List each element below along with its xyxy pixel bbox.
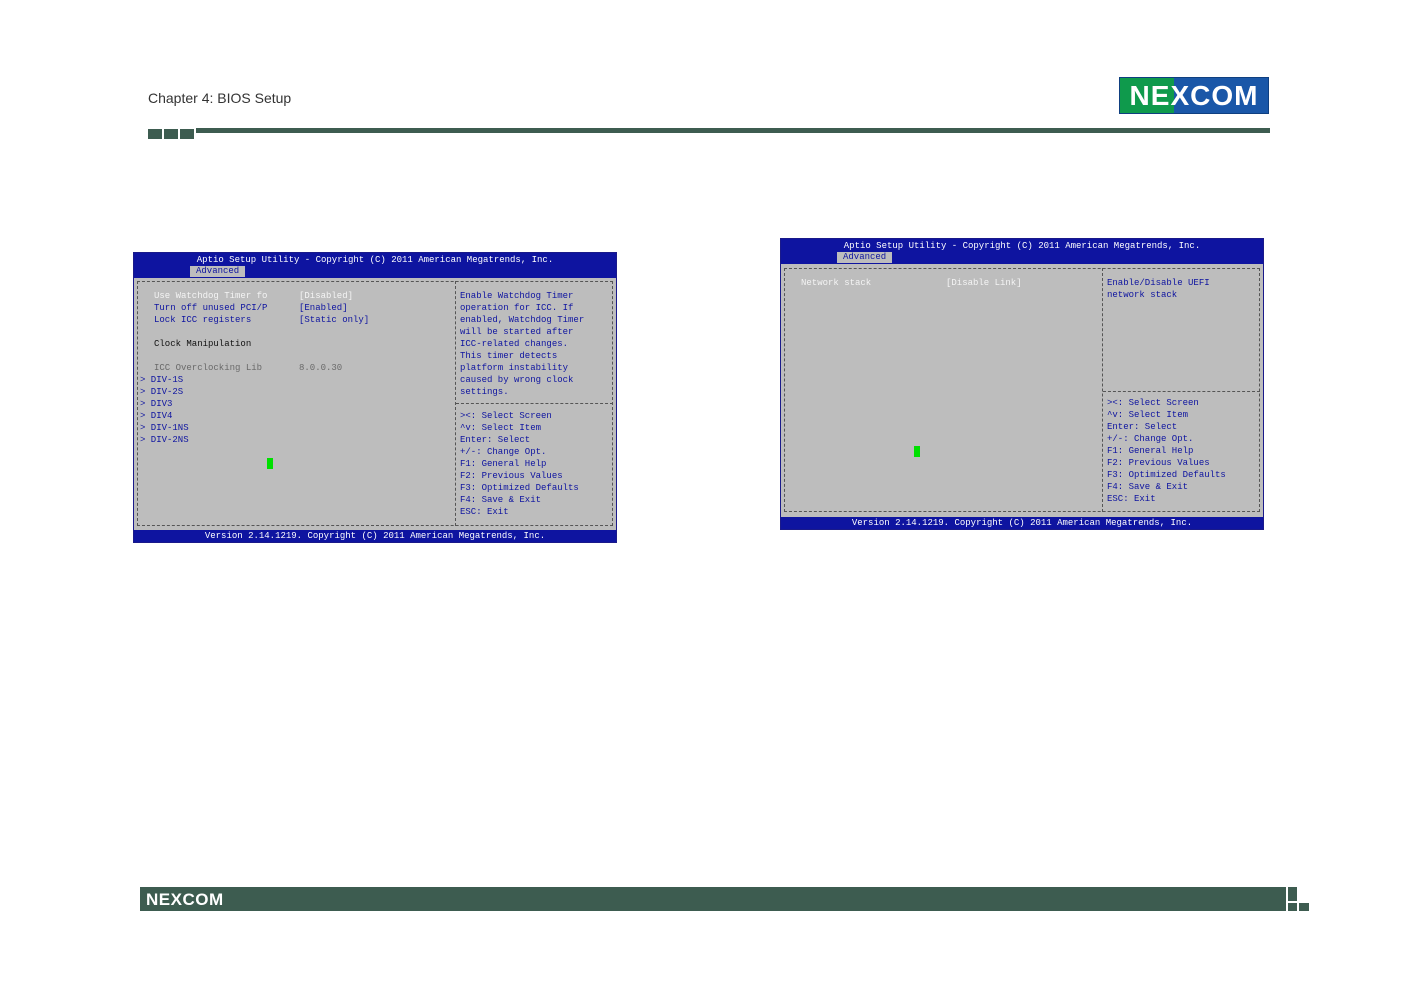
bios-footer: Version 2.14.1219. Copyright (C) 2011 Am…	[781, 517, 1263, 529]
nexcom-logo: NEXCOM	[1119, 77, 1269, 114]
bios-screen-icc: Aptio Setup Utility - Copyright (C) 2011…	[133, 252, 617, 543]
help-line: settings.	[460, 387, 509, 397]
help-line: enabled, Watchdog Timer	[460, 315, 585, 325]
key-hint: F1: General Help	[460, 459, 547, 469]
footer-square	[1288, 903, 1297, 911]
key-hint: ^v: Select Item	[460, 423, 542, 433]
icc-lib-label: ICC Overclocking Lib	[154, 363, 263, 373]
section-clock-manipulation: Clock Manipulation	[154, 339, 252, 349]
header-rule	[196, 128, 1270, 133]
key-hint: Enter: Select	[1107, 422, 1178, 432]
header-square	[180, 129, 194, 139]
help-line: network stack	[1107, 290, 1178, 300]
tab-advanced[interactable]: Advanced	[837, 252, 893, 263]
bios-screen-network: Aptio Setup Utility - Copyright (C) 2011…	[780, 238, 1264, 530]
help-line: ICC-related changes.	[460, 339, 569, 349]
key-hint: F2: Previous Values	[1107, 458, 1210, 468]
key-hint: ^v: Select Item	[1107, 410, 1189, 420]
key-hint: F4: Save & Exit	[1107, 482, 1189, 492]
key-hint: Enter: Select	[460, 435, 531, 445]
bios-title-bar: Aptio Setup Utility - Copyright (C) 2011…	[781, 239, 1263, 264]
header-square	[164, 129, 178, 139]
footer-bar: NEXCOM	[140, 887, 1286, 911]
setting-lock-icc-value[interactable]: [Static only]	[299, 314, 369, 326]
icc-lib-value: 8.0.0.30	[299, 363, 343, 373]
key-hint: ><: Select Screen	[460, 411, 552, 421]
key-hint: ><: Select Screen	[1107, 398, 1199, 408]
setting-watchdog-label[interactable]: Use Watchdog Timer fo	[154, 290, 267, 302]
footer-squares	[1288, 887, 1310, 911]
key-hint: +/-: Change Opt.	[1107, 434, 1194, 444]
help-line: This timer detects	[460, 351, 558, 361]
submenu-div-1ns[interactable]: > DIV-1NS	[140, 422, 189, 434]
key-hint: F3: Optimized Defaults	[1107, 470, 1226, 480]
setting-lock-icc-label[interactable]: Lock ICC registers	[154, 314, 251, 326]
help-line: platform instability	[460, 363, 569, 373]
help-line: caused by wrong clock	[460, 375, 574, 385]
submenu-div4[interactable]: > DIV4	[140, 410, 172, 422]
footer-square	[1288, 887, 1297, 901]
help-line: Enable Watchdog Timer	[460, 291, 574, 301]
text-cursor	[914, 446, 920, 457]
bios-help-separator	[456, 403, 613, 404]
help-line: will be started after	[460, 327, 574, 337]
key-hint: ESC: Exit	[460, 507, 509, 517]
setting-pci-label[interactable]: Turn off unused PCI/P	[154, 302, 267, 314]
header-square	[148, 129, 162, 139]
bios-title-bar: Aptio Setup Utility - Copyright (C) 2011…	[134, 253, 616, 278]
key-hint: F1: General Help	[1107, 446, 1194, 456]
submenu-div-2s[interactable]: > DIV-2S	[140, 386, 183, 398]
key-hint: F2: Previous Values	[460, 471, 563, 481]
header-squares	[148, 129, 194, 139]
submenu-div-1s[interactable]: > DIV-1S	[140, 374, 183, 386]
submenu-div-2ns[interactable]: > DIV-2NS	[140, 434, 189, 446]
logo-text: NEXCOM	[1129, 79, 1259, 111]
bios-column-divider	[1102, 268, 1103, 512]
setting-network-stack-label[interactable]: Network stack	[801, 277, 871, 289]
footer-square	[1299, 903, 1309, 911]
text-cursor	[267, 458, 273, 469]
chapter-title: Chapter 4: BIOS Setup	[148, 90, 292, 106]
help-line: operation for ICC. If	[460, 303, 574, 313]
setting-watchdog-value[interactable]: [Disabled]	[299, 290, 353, 302]
submenu-div3[interactable]: > DIV3	[140, 398, 172, 410]
bios-help-separator	[1103, 391, 1260, 392]
key-hint: F4: Save & Exit	[460, 495, 542, 505]
bios-title: Aptio Setup Utility - Copyright (C) 2011…	[196, 255, 554, 265]
footer-logo: NEXCOM	[146, 890, 224, 909]
key-hint: ESC: Exit	[1107, 494, 1156, 504]
tab-advanced[interactable]: Advanced	[190, 266, 246, 277]
setting-network-stack-value[interactable]: [Disable Link]	[946, 277, 1022, 289]
setting-pci-value[interactable]: [Enabled]	[299, 302, 348, 314]
bios-title: Aptio Setup Utility - Copyright (C) 2011…	[843, 241, 1201, 251]
help-line: Enable/Disable UEFI	[1107, 278, 1210, 288]
key-hint: +/-: Change Opt.	[460, 447, 547, 457]
bios-footer: Version 2.14.1219. Copyright (C) 2011 Am…	[134, 530, 616, 542]
key-hint: F3: Optimized Defaults	[460, 483, 579, 493]
